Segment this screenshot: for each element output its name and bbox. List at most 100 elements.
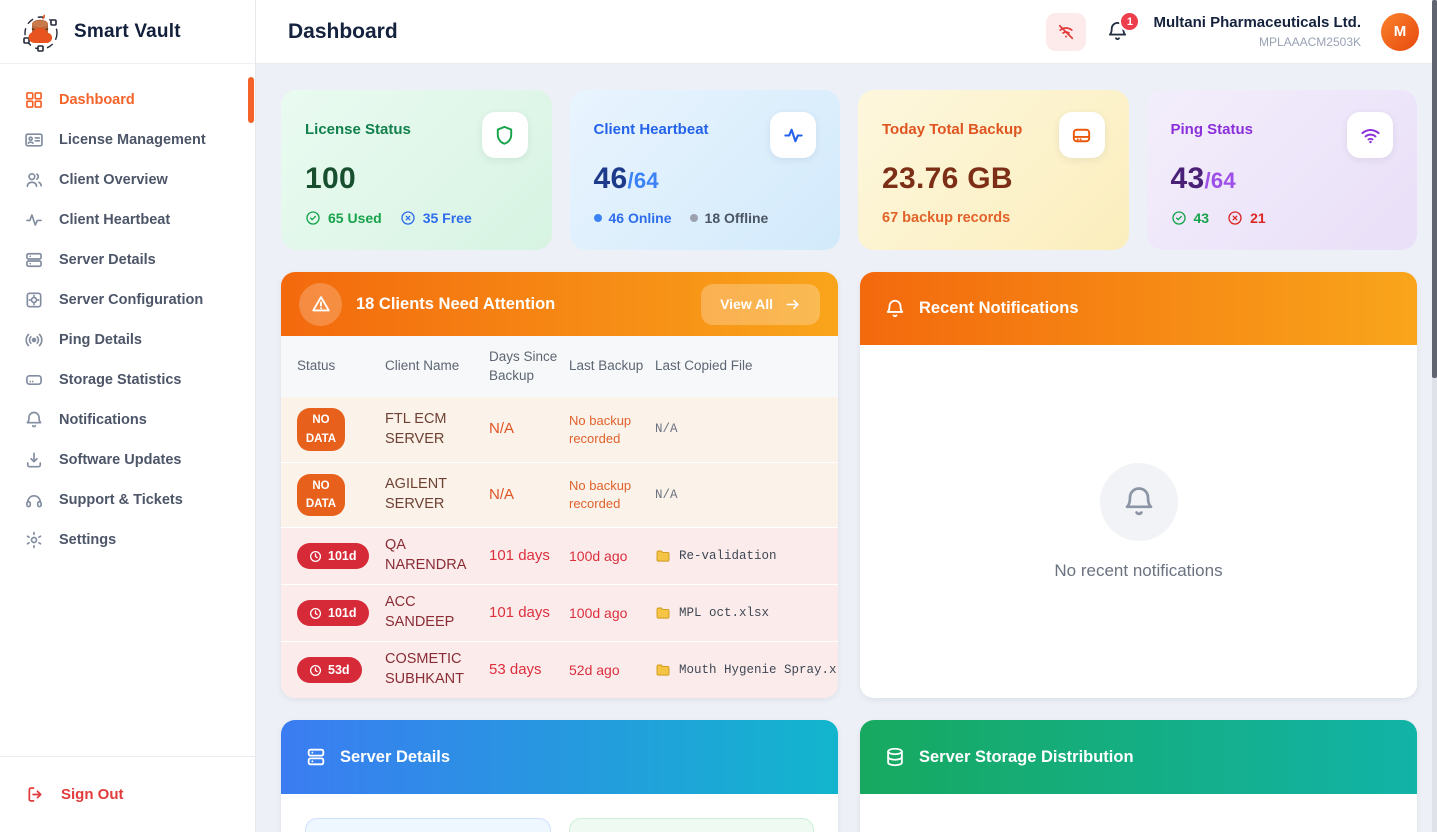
table-row[interactable]: NO DATAAGILENT SERVERN/ANo backup record…	[281, 462, 838, 527]
brand-name: Smart Vault	[74, 21, 181, 43]
days-since-backup: N/A	[489, 478, 569, 512]
attention-table: Status Client Name Days Since Backup Las…	[281, 336, 838, 698]
last-backup: No backup recorded	[569, 405, 655, 454]
sidebar: Smart Vault DashboardLicense Management C…	[0, 0, 256, 832]
view-all-button[interactable]: View All	[701, 284, 820, 325]
sidebar-item-label: Settings	[59, 532, 116, 548]
client-name: ACC SANDEEP	[385, 586, 489, 639]
sidebar-item-label: Software Updates	[59, 452, 181, 468]
sidebar-item-ping-details[interactable]: Ping Details	[0, 320, 255, 360]
notifications-empty-state: No recent notifications	[860, 345, 1417, 698]
sidebar-item-software-updates[interactable]: Software Updates	[0, 440, 255, 480]
status-badge: NO DATA	[297, 474, 345, 517]
avatar[interactable]: M	[1381, 13, 1419, 51]
topbar-actions: 1 Multani Pharmaceuticals Ltd. MPLAAACM2…	[1046, 13, 1419, 51]
ping-fail: 21	[1227, 210, 1266, 226]
brand: Smart Vault	[0, 0, 255, 64]
clock-icon	[309, 664, 322, 677]
last-backup: 100d ago	[569, 540, 655, 573]
sidebar-footer: Sign Out	[0, 756, 255, 832]
notifications-bell-button[interactable]: 1	[1106, 20, 1129, 43]
client-heartbeat-card[interactable]: Client Heartbeat 46/64 46 Online 18 Offl…	[570, 90, 841, 250]
table-row[interactable]: 101dACC SANDEEP101 days100d agoMPL oct.x…	[281, 584, 838, 641]
sidebar-item-label: Server Details	[59, 252, 156, 268]
col-days-since-backup: Days Since Backup	[489, 340, 569, 392]
page-scrollbar[interactable]	[1432, 0, 1437, 832]
table-row[interactable]: NO DATAFTL ECM SERVERN/ANo backup record…	[281, 397, 838, 462]
recent-notifications-panel: Recent Notifications No recent notificat…	[860, 272, 1417, 698]
sidebar-item-settings[interactable]: Settings	[0, 520, 255, 560]
page-title: Dashboard	[288, 20, 398, 44]
server-details-header: Server Details	[281, 720, 838, 794]
bell-outline-icon	[884, 298, 906, 320]
server-details-panel: Server Details RAM Total HDD	[281, 720, 838, 832]
sidebar-item-storage-statistics[interactable]: Storage Statistics	[0, 360, 255, 400]
sidebar-item-server-configuration[interactable]: Server Configuration	[0, 280, 255, 320]
days-since-backup: 101 days	[489, 596, 569, 630]
clients-attention-panel: 18 Clients Need Attention View All Statu…	[281, 272, 838, 698]
status-badge: NO DATA	[297, 408, 345, 451]
folder-icon	[655, 662, 671, 678]
backup-total: 23.76 GB	[882, 162, 1105, 196]
today-backup-title: Today Total Backup	[882, 112, 1022, 138]
sidebar-item-server-details[interactable]: Server Details	[0, 240, 255, 280]
table-row[interactable]: 101dQA NARENDRA101 days100d agoRe-valida…	[281, 527, 838, 584]
sidebar-item-support-tickets[interactable]: Support & Tickets	[0, 480, 255, 520]
main-area: Dashboard 1 Multani Pharmaceuticals Ltd.…	[256, 0, 1437, 832]
total-hdd-card: Total HDD	[569, 818, 815, 832]
scrollbar-thumb[interactable]	[1432, 0, 1437, 378]
attention-header: 18 Clients Need Attention View All	[281, 272, 838, 336]
license-count: 100	[305, 162, 528, 196]
sidebar-item-label: Client Overview	[59, 172, 168, 188]
last-copied-file: N/A	[655, 414, 838, 445]
today-backup-card[interactable]: Today Total Backup 23.76 GB 67 backup re…	[858, 90, 1129, 250]
ram-card: RAM	[305, 818, 551, 832]
sidebar-item-dashboard[interactable]: Dashboard	[0, 80, 255, 120]
license-status-title: License Status	[305, 112, 411, 138]
sign-out-button[interactable]: Sign Out	[26, 785, 229, 804]
sidebar-item-label: Storage Statistics	[59, 372, 182, 388]
ping-status-card[interactable]: Ping Status 43/64 43 21	[1147, 90, 1418, 250]
ping-success: 43	[1171, 210, 1210, 226]
sidebar-item-label: Support & Tickets	[59, 492, 183, 508]
client-name: COSMETIC SUBHKANT	[385, 643, 489, 696]
attention-table-body: NO DATAFTL ECM SERVERN/ANo backup record…	[281, 397, 838, 698]
headphones-icon	[24, 490, 44, 510]
activity-icon	[770, 112, 816, 158]
hard-drive-icon	[24, 370, 44, 390]
client-heartbeat-title: Client Heartbeat	[594, 112, 709, 138]
heartbeat-count: 46/64	[594, 162, 817, 196]
sidebar-item-label: Notifications	[59, 412, 147, 428]
storage-distribution-title: Server Storage Distribution	[919, 748, 1134, 767]
id-card-icon	[24, 130, 44, 150]
last-copied-file: Re-validation	[655, 541, 838, 572]
status-badge: 101d	[297, 600, 369, 627]
sidebar-item-license-management[interactable]: License Management	[0, 120, 255, 160]
sidebar-item-label: Client Heartbeat	[59, 212, 170, 228]
wifi-off-button[interactable]	[1046, 13, 1086, 51]
bell-empty-icon	[1100, 463, 1178, 541]
attention-title: 18 Clients Need Attention	[356, 295, 687, 314]
last-copied-file: Mouth Hygenie Spray.xlsx	[655, 655, 838, 686]
notification-count-badge: 1	[1119, 11, 1140, 32]
sidebar-item-client-heartbeat[interactable]: Client Heartbeat	[0, 200, 255, 240]
table-row[interactable]: 53dCOSMETIC SUBHKANT53 days52d agoMouth …	[281, 641, 838, 698]
alert-triangle-icon	[299, 283, 342, 326]
col-status: Status	[297, 349, 385, 383]
hard-drive-icon	[1059, 112, 1105, 158]
server-icon	[305, 746, 327, 768]
folder-icon	[655, 605, 671, 621]
last-backup: No backup recorded	[569, 470, 655, 519]
col-last-backup: Last Backup	[569, 349, 655, 383]
sidebar-nav: DashboardLicense Management Client Overvi…	[0, 64, 255, 756]
gear-icon	[24, 530, 44, 550]
activity-icon	[24, 210, 44, 230]
sidebar-item-client-overview[interactable]: Client Overview	[0, 160, 255, 200]
col-last-copied-file: Last Copied File	[655, 349, 838, 383]
broadcast-icon	[24, 330, 44, 350]
clients-online: 46 Online	[594, 210, 672, 226]
sidebar-item-notifications[interactable]: Notifications	[0, 400, 255, 440]
topbar: Dashboard 1 Multani Pharmaceuticals Ltd.…	[256, 0, 1437, 64]
license-status-card[interactable]: License Status 100 65 Used 35	[281, 90, 552, 250]
clock-icon	[309, 607, 322, 620]
